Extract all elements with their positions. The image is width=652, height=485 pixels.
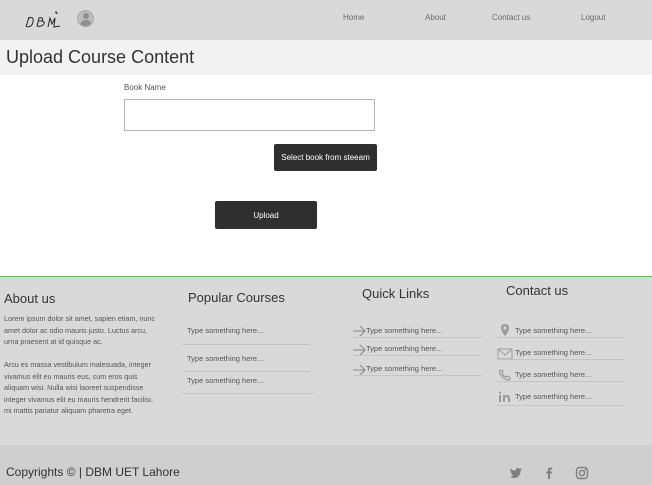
facebook-icon[interactable]	[542, 466, 556, 480]
quick-link[interactable]: Type something here...	[366, 344, 442, 353]
course-link[interactable]: Type something here...	[187, 354, 263, 363]
divider	[353, 337, 482, 338]
book-name-input[interactable]	[124, 99, 375, 131]
user-avatar[interactable]	[77, 10, 94, 27]
arrow-right-icon	[352, 324, 366, 337]
footer-courses-heading: Popular Courses	[188, 290, 285, 305]
divider	[353, 375, 482, 376]
copyright-text: Copyrights © | DBM UET Lahore	[6, 465, 180, 479]
divider	[353, 355, 482, 356]
divider	[182, 393, 314, 394]
footer-about-text-1: Lorem ipsum dolor sit amet, sapien etiam…	[4, 314, 156, 346]
course-link[interactable]: Type something here...	[187, 326, 263, 335]
footer-links-heading: Quick Links	[362, 286, 430, 301]
divider	[497, 359, 624, 360]
navbar: Home About Contact us Logout	[0, 0, 652, 40]
contact-address: Type something here...	[515, 326, 592, 335]
nav-contact[interactable]: Contact us	[492, 13, 530, 22]
twitter-icon[interactable]	[509, 466, 523, 480]
arrow-right-icon	[352, 343, 366, 356]
phone-icon	[497, 368, 511, 381]
envelope-icon	[497, 347, 513, 360]
contact-phone[interactable]: Type something here...	[515, 370, 591, 379]
footer-about-heading: About us	[4, 291, 56, 306]
footer-contact-heading: Contact us	[506, 283, 569, 298]
contact-email[interactable]: Type something here...	[515, 348, 591, 357]
quick-link[interactable]: Type something here...	[366, 326, 442, 335]
divider	[182, 344, 310, 345]
nav-home[interactable]: Home	[343, 13, 364, 22]
select-book-button[interactable]: Select book from steeam	[274, 144, 377, 171]
divider	[497, 337, 624, 338]
page-title: Upload Course Content	[6, 47, 195, 67]
divider	[497, 405, 624, 406]
contact-linkedin[interactable]: Type something here...	[515, 392, 591, 401]
dbm-logo[interactable]	[24, 9, 64, 31]
page: Home About Contact us Logout Upload Cour…	[0, 0, 652, 485]
book-name-label: Book Name	[124, 83, 166, 92]
divider	[182, 371, 310, 372]
linkedin-icon	[498, 390, 512, 402]
footer-about-text-2: Arcu es massa vestibulum malesuada, inte…	[4, 360, 154, 415]
nav-about[interactable]: About	[425, 13, 446, 22]
quick-link[interactable]: Type something here...	[366, 364, 442, 373]
instagram-icon[interactable]	[575, 466, 589, 480]
course-link[interactable]: Type something here...	[187, 376, 263, 385]
location-pin-icon	[498, 323, 512, 336]
nav-logout[interactable]: Logout	[581, 13, 605, 22]
divider	[497, 381, 624, 382]
arrow-right-icon	[352, 363, 366, 376]
upload-button[interactable]: Upload	[215, 201, 317, 229]
